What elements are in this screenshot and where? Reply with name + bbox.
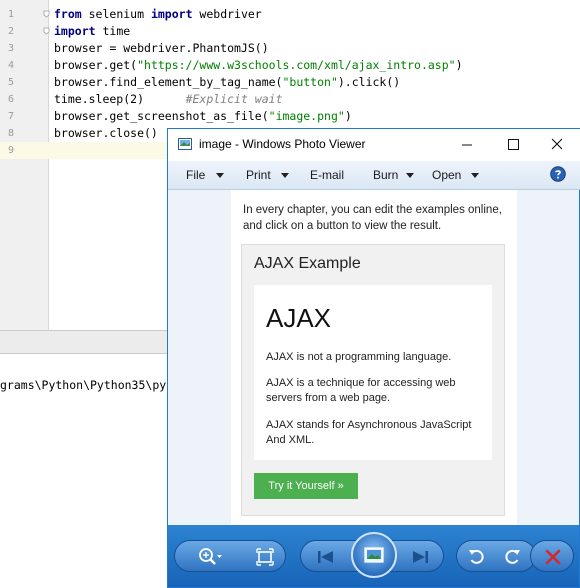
actual-size-icon[interactable] [255, 547, 275, 567]
photo-viewer-window[interactable]: image - Windows Photo Viewer File Print … [167, 128, 580, 588]
rotate-counterclockwise-icon[interactable] [467, 547, 487, 567]
code-text: browser.get("https://www.w3schools.com/x… [54, 58, 463, 72]
line-number: 5 [7, 77, 14, 88]
toolbar: File Print E-mail Burn Open [168, 161, 580, 190]
line-number: 4 [7, 60, 14, 71]
playback-controls [168, 525, 579, 587]
burn-dropdown-arrow-icon[interactable] [406, 173, 414, 178]
line-number: 2 [7, 26, 14, 37]
code-text: browser.get_screenshot_as_file("image.pn… [54, 109, 352, 123]
file-dropdown-arrow-icon[interactable] [216, 173, 224, 178]
fold-marker-icon[interactable] [43, 27, 50, 35]
rotate-clockwise-icon[interactable] [502, 547, 522, 567]
print-dropdown-arrow-icon[interactable] [281, 173, 289, 178]
code-text: time.sleep(2) #Explicit wait [54, 92, 283, 106]
slideshow-button[interactable] [351, 532, 397, 578]
slideshow-icon [364, 547, 384, 563]
code-line[interactable]: 5 browser.find_element_by_tag_name("butto… [0, 74, 580, 91]
fold-marker-icon[interactable] [43, 10, 50, 18]
code-text: browser.close() [54, 126, 158, 140]
console-output: grams\Python\Python35\py [0, 378, 167, 392]
ajax-paragraph-2: AJAX is a technique for accessing web se… [266, 377, 456, 404]
previous-icon[interactable] [315, 548, 337, 566]
try-it-yourself-button: Try it Yourself » [254, 473, 358, 499]
minimize-icon [462, 144, 472, 146]
ajax-content-panel: AJAX AJAX is not a programming language.… [254, 285, 492, 460]
code-line[interactable]: 3 browser = webdriver.PhantomJS() [0, 40, 580, 57]
minimize-button[interactable] [444, 129, 490, 161]
menu-print[interactable]: Print [246, 168, 271, 182]
maximize-icon [508, 139, 519, 150]
menu-open[interactable]: Open [432, 168, 461, 182]
zoom-icon[interactable] [197, 546, 223, 568]
menu-email[interactable]: E-mail [310, 168, 344, 182]
intro-text: In every chapter, you can edit the examp… [243, 204, 502, 232]
code-line[interactable]: 6 time.sleep(2) #Explicit wait [0, 91, 580, 108]
image-canvas[interactable]: In every chapter, you can edit the examp… [168, 190, 579, 525]
code-text: browser = webdriver.PhantomJS() [54, 41, 269, 55]
photo-viewer-app-icon [178, 138, 192, 150]
code-line[interactable]: 1 from selenium import webdriver [0, 6, 580, 23]
window-title: image - Windows Photo Viewer [199, 137, 366, 151]
close-button[interactable] [534, 129, 580, 161]
rotate-controls-group [456, 540, 536, 572]
delete-controls-group [530, 540, 574, 572]
ajax-paragraph-3: AJAX stands for Asynchronous JavaScript … [266, 419, 472, 446]
screenshot-page: In every chapter, you can edit the examp… [231, 190, 517, 525]
code-text: from selenium import webdriver [54, 7, 262, 21]
line-number: 3 [7, 43, 14, 54]
ajax-example-box: AJAX Example AJAX AJAX is not a programm… [241, 244, 505, 516]
line-number: 8 [7, 128, 14, 139]
code-text: import time [54, 24, 131, 38]
ajax-heading: AJAX [266, 303, 332, 333]
code-line[interactable]: 2 import time [0, 23, 580, 40]
line-number: 1 [7, 9, 14, 20]
delete-icon[interactable] [543, 547, 563, 567]
title-bar[interactable]: image - Windows Photo Viewer [168, 129, 580, 161]
next-icon[interactable] [409, 548, 431, 566]
code-text: browser.find_element_by_tag_name("button… [54, 75, 401, 89]
line-number: 9 [7, 145, 14, 156]
zoom-controls-group [174, 540, 286, 572]
line-number: 6 [7, 94, 14, 105]
example-title: AJAX Example [254, 255, 361, 272]
line-number: 7 [7, 111, 14, 122]
code-line[interactable]: 4 browser.get("https://www.w3schools.com/… [0, 57, 580, 74]
help-icon[interactable] [550, 166, 566, 182]
ajax-paragraph-1: AJAX is not a programming language. [266, 351, 452, 363]
menu-burn[interactable]: Burn [373, 168, 398, 182]
menu-file[interactable]: File [186, 168, 205, 182]
close-icon [551, 138, 563, 150]
open-dropdown-arrow-icon[interactable] [471, 173, 479, 178]
maximize-button[interactable] [490, 129, 536, 161]
code-line[interactable]: 7 browser.get_screenshot_as_file("image.p… [0, 108, 580, 125]
